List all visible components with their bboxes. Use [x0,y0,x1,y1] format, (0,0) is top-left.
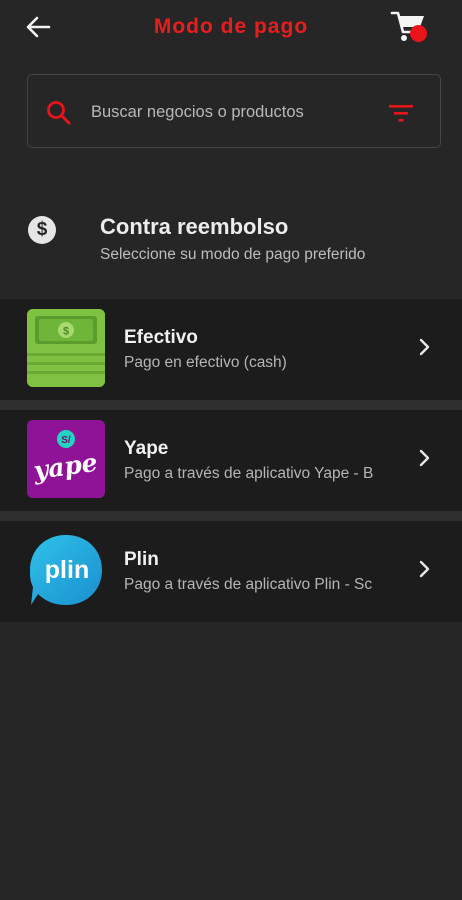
search-bar [27,74,441,148]
option-name: Plin [124,549,159,570]
payment-option-plin[interactable]: plin Plin Pago a través de aplicativo Pl… [0,521,462,622]
option-description: Pago a través de aplicativo Plin - Sc [124,576,373,593]
plin-logo-text: plin [45,556,89,584]
cart-button[interactable] [390,8,430,48]
cart-badge [410,25,427,42]
svg-text:$: $ [63,326,69,338]
cash-bill-logo: $ [27,309,105,387]
divider [0,511,462,521]
svg-text:S/: S/ [61,435,71,446]
divider [0,400,462,410]
plin-logo: plin [27,531,105,609]
payment-section-header: $ Contra reembolso Seleccione su modo de… [0,200,462,280]
search-icon [47,101,71,125]
payment-option-yape[interactable]: S/ yape Yape Pago a través de aplicativo… [0,410,462,511]
option-description: Pago a través de aplicativo Yape - B [124,465,374,482]
payment-method-screen: Modo de pago $ Contra reembolso Seleccio… [0,0,462,900]
payment-option-efectivo[interactable]: $ Efectivo Pago en efectivo (cash) [0,299,462,400]
app-header: Modo de pago [0,0,462,56]
option-name: Efectivo [124,327,198,348]
option-name: Yape [124,438,169,459]
chevron-right-icon [419,560,430,578]
option-description: Pago en efectivo (cash) [124,354,287,371]
search-input[interactable] [91,95,361,129]
section-title: Contra reembolso [100,214,289,239]
section-subtitle: Seleccione su modo de pago preferido [100,246,366,263]
filter-icon[interactable] [388,101,414,125]
chevron-right-icon [419,338,430,356]
dollar-icon: $ [28,216,56,244]
chevron-right-icon [419,449,430,467]
yape-logo: S/ yape [27,420,105,498]
